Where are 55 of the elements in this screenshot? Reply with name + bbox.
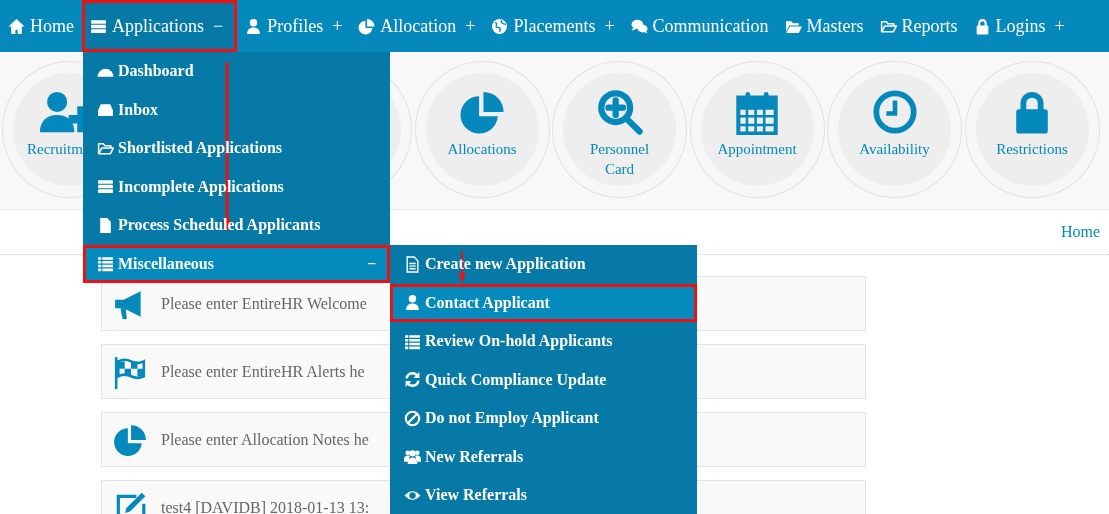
menu-item[interactable]: Miscellaneous − (83, 244, 390, 283)
menu-item[interactable]: Contact Applicant (390, 283, 697, 322)
shortcut-tile[interactable]: Availability (838, 73, 951, 186)
people-icon (404, 448, 421, 466)
user-icon (404, 294, 421, 312)
nav-menu-item[interactable]: Applications − (82, 0, 238, 52)
inbox-icon (97, 101, 114, 119)
user-icon (245, 17, 263, 35)
server-icon (97, 178, 114, 196)
tile-label: Availability (858, 140, 931, 159)
tile-label: Appointment (716, 140, 798, 159)
zoom-in-icon (596, 89, 643, 135)
nav-menu-item[interactable]: Home (0, 0, 82, 52)
tile-label: Recruitm (27, 140, 83, 159)
tile-label: Personnel Card (588, 140, 651, 179)
pie-chart-icon (459, 89, 505, 135)
globe-icon (491, 17, 509, 35)
notice-text: Please enter EntireHR Alerts he (161, 362, 365, 381)
menu-item[interactable]: View Referrals (390, 476, 697, 514)
speech-bubbles-icon (630, 17, 648, 35)
nav-menu-item[interactable]: Reports (871, 0, 966, 52)
pie-chart-icon (113, 422, 147, 457)
flag-icon (113, 354, 147, 389)
shortcut-tile[interactable]: Restrictions (975, 73, 1089, 186)
nav-menu-item[interactable]: Communication (622, 0, 777, 52)
notice-text: Please enter Allocation Notes he (161, 430, 369, 449)
tile-label: Allocations (446, 140, 518, 159)
shortcut-tile[interactable]: Allocations (425, 73, 539, 186)
list-icon (97, 255, 114, 273)
file-icon (97, 216, 114, 234)
shortcut-tile[interactable]: Appointment (700, 73, 814, 186)
menu-item[interactable]: Review On-hold Applicants (390, 322, 697, 361)
clock-icon (871, 89, 918, 135)
nav-menu-item[interactable]: Profiles + (237, 0, 351, 52)
list-icon (404, 332, 421, 350)
nav-menu-item[interactable]: Logins + (965, 0, 1073, 52)
document-icon (404, 255, 421, 273)
server-icon (90, 17, 107, 35)
breadcrumb-link[interactable]: Home (1060, 223, 1100, 241)
notice-text: test4 [DAVIDB] 2018-01-13 13: (161, 498, 370, 514)
menu-item[interactable]: Quick Compliance Update (390, 360, 697, 399)
calendar-icon (734, 89, 780, 135)
pie-chart-icon (358, 17, 376, 35)
nav-menu-item[interactable]: Placements + (483, 0, 623, 52)
home-icon (8, 17, 25, 35)
menu-item[interactable]: Do not Employ Applicant (390, 399, 697, 438)
nav-menu-item[interactable]: Allocation + (350, 0, 484, 52)
ban-icon (404, 409, 421, 427)
shortcut-tile[interactable]: Personnel Card (563, 73, 676, 186)
menu-item[interactable]: New Referrals (390, 437, 697, 476)
user-plus-icon (37, 89, 83, 135)
nav-menu-item[interactable]: Masters (776, 0, 872, 52)
notice-text: Please enter EntireHR Welcome (161, 294, 367, 313)
refresh-icon (404, 371, 421, 389)
tile-label: Restrictions (995, 140, 1069, 159)
